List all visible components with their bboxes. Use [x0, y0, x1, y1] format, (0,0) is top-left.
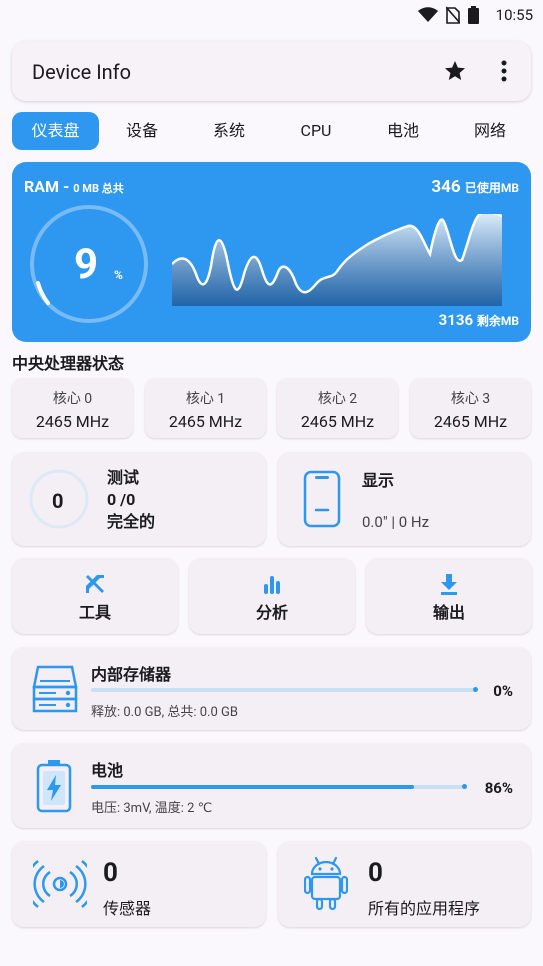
tab-system[interactable]: 系统: [194, 112, 264, 150]
tab-dashboard[interactable]: 仪表盘: [12, 112, 99, 150]
tools-label: 工具: [78, 603, 111, 622]
core-frequency: 2465 MHz: [300, 412, 375, 431]
ram-percent: 9: [74, 240, 99, 289]
more-vert-icon: [501, 60, 507, 82]
battery-progress-end: [462, 784, 467, 789]
apps-label: 所有的应用程序: [368, 899, 481, 918]
ram-total: 0 MB 总共: [73, 182, 124, 195]
tab-cpu[interactable]: CPU: [282, 112, 350, 150]
status-time: 10:55: [495, 6, 533, 24]
battery-card[interactable]: 电池 86% 电压: 3mV, 温度: 2 ℃: [12, 743, 531, 828]
storage-detail: 释放: 0.0 GB, 总共: 0.0 GB: [91, 705, 238, 720]
storage-card[interactable]: 内部存储器 0% 释放: 0.0 GB, 总共: 0.0 GB: [12, 647, 531, 730]
export-button[interactable]: 输出: [366, 558, 532, 634]
display-value: 0.0" | 0 Hz: [362, 513, 430, 531]
phone-display-icon: [303, 470, 341, 528]
tab-device[interactable]: 设备: [108, 112, 176, 150]
status-bar: 10:55: [0, 0, 543, 30]
more-options-button[interactable]: [490, 57, 518, 85]
favorite-button[interactable]: [441, 57, 469, 85]
battery-status-icon: [468, 6, 479, 24]
test-status: 完全的: [107, 512, 156, 531]
ram-usage-graph: [172, 214, 502, 306]
app-title: Device Info: [32, 60, 132, 84]
export-label: 输出: [432, 603, 465, 622]
ram-free-value: 3136: [438, 311, 474, 329]
apps-count: 0: [368, 858, 383, 888]
cpu-section-title: 中央处理器状态: [12, 354, 125, 373]
app-bar: Device Info: [12, 41, 531, 101]
cpu-core-card[interactable]: 核心 3 2465 MHz: [410, 378, 531, 438]
ram-percent-sign: %: [114, 268, 123, 282]
sensors-label: 传感器: [103, 899, 152, 918]
battery-charging-icon: [36, 760, 72, 813]
sensor-icon: [33, 860, 87, 908]
storage-drive-icon: [32, 665, 78, 713]
wifi-icon: [418, 7, 438, 22]
download-icon: [441, 574, 457, 595]
storage-progress-bar: [91, 687, 478, 692]
ram-used-unit: 已使用MB: [464, 181, 519, 195]
tab-network[interactable]: 网络: [455, 112, 525, 150]
core-frequency: 2465 MHz: [168, 412, 243, 431]
cpu-core-card[interactable]: 核心 1 2465 MHz: [145, 378, 266, 438]
core-frequency: 2465 MHz: [433, 412, 508, 431]
battery-progress-fill: [91, 785, 415, 789]
display-title: 显示: [362, 471, 395, 490]
test-progress: 0 /0: [107, 490, 136, 509]
analysis-button[interactable]: 分析: [189, 558, 355, 634]
tools-icon: [86, 575, 104, 593]
test-card[interactable]: 0 测试 0 /0 完全的: [12, 452, 266, 546]
ram-label: RAM - 0 MB 总共: [24, 177, 124, 196]
core-name: 核心 3: [450, 391, 491, 407]
sensors-card[interactable]: 0 传感器: [12, 841, 266, 927]
ram-title: RAM -: [24, 177, 74, 196]
android-icon: [304, 856, 348, 910]
ram-free: 3136 剩余MB: [439, 311, 519, 329]
tab-bar: 仪表盘 设备 系统 CPU 电池 网络: [12, 112, 531, 150]
battery-title: 电池: [91, 761, 124, 780]
core-name: 核心 2: [317, 391, 358, 407]
test-title: 测试: [107, 468, 140, 487]
analysis-label: 分析: [255, 603, 288, 622]
ram-free-unit: 剩余MB: [476, 314, 519, 328]
battery-progress-bar: [91, 784, 467, 789]
test-count: 0: [52, 489, 64, 513]
storage-percent: 0%: [493, 682, 513, 700]
battery-detail: 电压: 3mV, 温度: 2 ℃: [91, 801, 213, 816]
ram-card[interactable]: RAM - 0 MB 总共 346 已使用MB 9 % 3136 剩余MB: [12, 162, 531, 342]
core-name: 核心 0: [52, 391, 93, 407]
sensors-count: 0: [103, 858, 118, 888]
storage-progress-end: [473, 687, 478, 692]
tools-button[interactable]: 工具: [12, 558, 178, 634]
ram-used: 346 已使用MB: [431, 177, 519, 197]
apps-card[interactable]: 0 所有的应用程序: [278, 841, 531, 927]
battery-percent: 86%: [484, 779, 513, 797]
storage-title: 内部存储器: [91, 665, 172, 684]
ram-used-value: 346: [431, 177, 461, 197]
cpu-core-card[interactable]: 核心 2 2465 MHz: [277, 378, 398, 438]
analytics-icon: [264, 576, 280, 594]
test-info: 测试 0 /0 完全的: [107, 467, 155, 533]
no-sim-icon: [446, 6, 460, 24]
cpu-core-card[interactable]: 核心 0 2465 MHz: [12, 378, 133, 438]
core-frequency: 2465 MHz: [35, 412, 110, 431]
star-icon: [445, 61, 465, 80]
status-icons: [418, 6, 479, 24]
core-name: 核心 1: [185, 391, 226, 407]
tab-battery[interactable]: 电池: [369, 112, 437, 150]
display-card[interactable]: 显示 0.0" | 0 Hz: [278, 452, 531, 546]
